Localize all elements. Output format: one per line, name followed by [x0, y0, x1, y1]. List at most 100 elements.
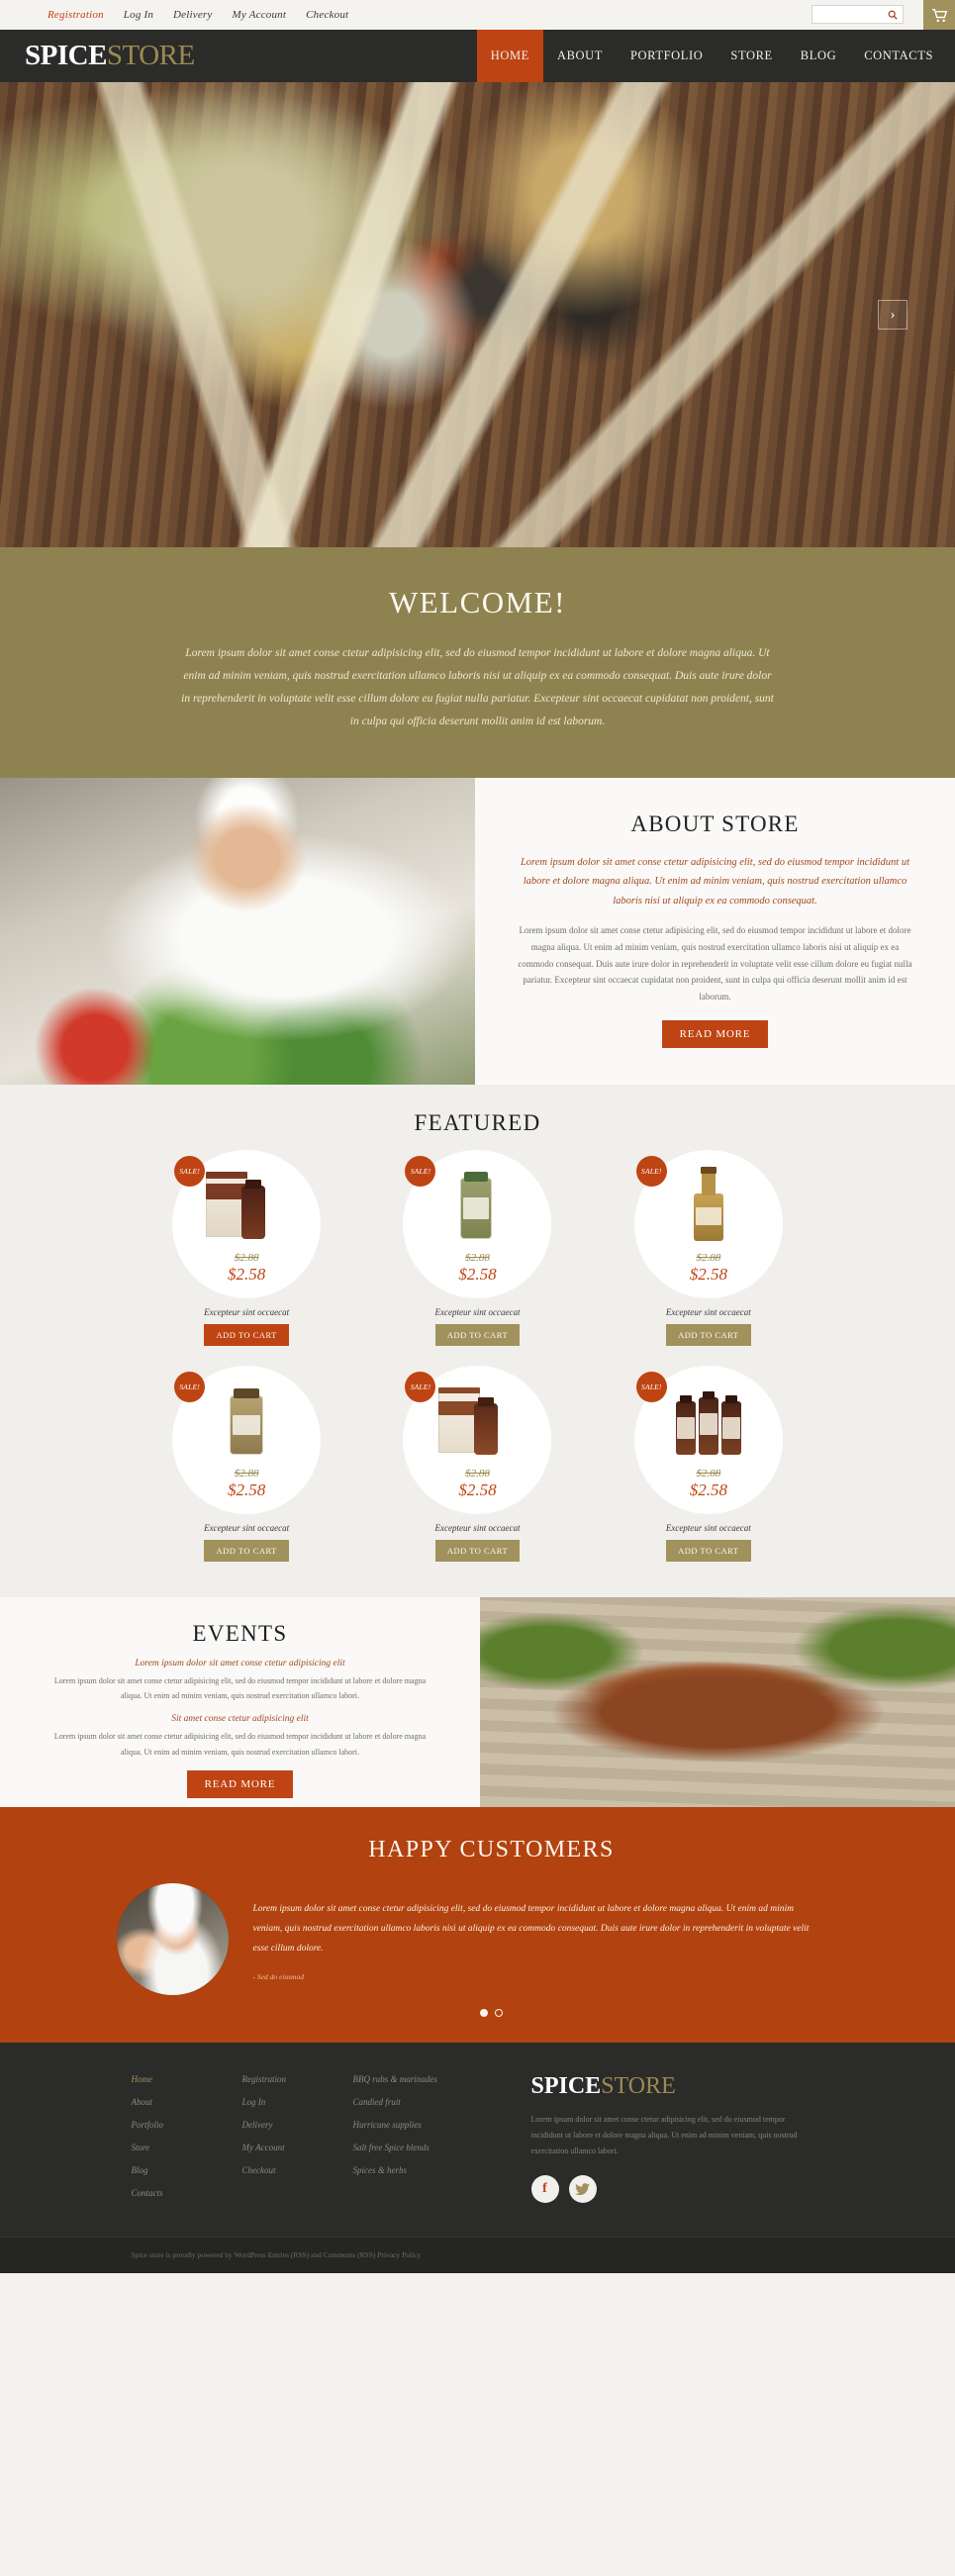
- product-prices: $2.88 $2.58: [403, 1251, 551, 1285]
- footer-link-portfolio[interactable]: Portfolio: [132, 2120, 242, 2130]
- welcome-body: Lorem ipsum dolor sit amet conse ctetur …: [181, 647, 774, 727]
- top-link-my-account[interactable]: My Account: [233, 9, 287, 21]
- hero-slider: ›: [0, 82, 955, 547]
- welcome-section: WELCOME! Lorem ipsum dolor sit amet cons…: [0, 547, 955, 778]
- sale-badge: SALE!: [174, 1372, 206, 1402]
- product-price-new: $2.58: [689, 1264, 727, 1284]
- site-logo[interactable]: SPICESTORE: [25, 42, 195, 70]
- add-to-cart-button[interactable]: ADD TO CART: [434, 1324, 521, 1346]
- pagination-dot-2[interactable]: [495, 2009, 503, 2017]
- top-utility-bar: Registration Log In Delivery My Account Chec…: [0, 0, 955, 30]
- about-section: ABOUT STORE Lorem ipsum dolor sit amet c…: [0, 778, 955, 1085]
- pagination-dot-1[interactable]: [480, 2009, 488, 2017]
- nav-item-portfolio[interactable]: PORTFOLIO: [617, 30, 716, 82]
- product-price-old: $2.88: [696, 1467, 721, 1479]
- footer-link-checkout[interactable]: Checkout: [242, 2165, 353, 2175]
- facebook-icon[interactable]: f: [530, 2175, 559, 2203]
- twitter-icon[interactable]: [568, 2175, 597, 2203]
- product-caption: Excepteur sint occaecat: [665, 1307, 751, 1317]
- footer-link-my-account[interactable]: My Account: [242, 2143, 353, 2152]
- shopping-cart-icon[interactable]: [923, 0, 955, 30]
- footer-link-home[interactable]: Home: [132, 2074, 242, 2084]
- product-image-circle[interactable]: SALE! $2.88 $2.58: [403, 1366, 552, 1514]
- about-read-more-button[interactable]: READ MORE: [661, 1020, 769, 1049]
- steak-photo: [480, 1597, 955, 1807]
- search-box[interactable]: [812, 5, 904, 24]
- add-to-cart-button[interactable]: ADD TO CART: [666, 1324, 751, 1346]
- footer-link-blog[interactable]: Blog: [132, 2165, 242, 2175]
- product-image-circle[interactable]: SALE! $2.88 $2.58: [172, 1150, 322, 1298]
- event-heading: Lorem ipsum dolor sit amet conse ctetur …: [135, 1659, 345, 1669]
- footer-link-hurricane-supplies[interactable]: Hurricane supplies: [353, 2120, 502, 2130]
- product-caption: Excepteur sint occaecat: [204, 1523, 290, 1533]
- product-photo: [662, 1380, 755, 1465]
- search-input[interactable]: [812, 6, 884, 23]
- testimonial-quote: Lorem ipsum dolor sit amet conse ctetur …: [252, 1904, 810, 1954]
- footer-link-delivery[interactable]: Delivery: [242, 2120, 353, 2130]
- events-section: EVENTS Lorem ipsum dolor sit amet conse …: [0, 1597, 955, 1807]
- nav-item-contacts[interactable]: CONTACTS: [850, 30, 955, 82]
- footer-logo[interactable]: SPICESTORE: [531, 2074, 809, 2098]
- about-title: ABOUT STORE: [630, 811, 800, 836]
- product-image-circle[interactable]: SALE! $2.88 $2.58: [633, 1366, 783, 1514]
- footer-link-about[interactable]: About: [132, 2097, 242, 2107]
- top-link-checkout[interactable]: Checkout: [306, 9, 348, 21]
- sale-badge: SALE!: [174, 1156, 206, 1187]
- product-price-new: $2.58: [689, 1479, 727, 1499]
- testimonials-section: HAPPY CUSTOMERS Lorem ipsum dolor sit am…: [0, 1807, 955, 2043]
- nav-item-home[interactable]: HOME: [476, 30, 543, 82]
- hero-image-spoons-overlay: [0, 82, 955, 547]
- product-prices: $2.88 $2.58: [634, 1252, 783, 1285]
- nav-item-about[interactable]: ABOUT: [543, 30, 617, 82]
- footer-link-contacts[interactable]: Contacts: [132, 2188, 242, 2198]
- product-photo: [200, 1380, 293, 1465]
- avatar: [116, 1883, 229, 1995]
- product-image-circle[interactable]: SALE! $2.88 $2.58: [633, 1150, 783, 1298]
- footer-link-registration[interactable]: Registration: [242, 2074, 353, 2084]
- product-image-circle[interactable]: SALE! $2.88 $2.58: [403, 1150, 552, 1298]
- footer-brand: SPICESTORE Lorem ipsum dolor sit amet co…: [530, 2074, 809, 2211]
- product-photo: [430, 1164, 524, 1249]
- event-item: Lorem ipsum dolor sit amet conse ctetur …: [46, 1659, 434, 1703]
- product-prices: $2.88 $2.58: [403, 1467, 551, 1500]
- footer-link-store[interactable]: Store: [132, 2143, 242, 2152]
- search-icon[interactable]: [884, 6, 902, 23]
- add-to-cart-button[interactable]: ADD TO CART: [204, 1540, 289, 1562]
- footer-link-candied-fruit[interactable]: Candied fruit: [353, 2097, 502, 2107]
- nav-item-blog[interactable]: BLOG: [787, 30, 850, 82]
- footer-column-pages: Home About Portfolio Store Blog Contacts: [132, 2074, 242, 2211]
- event-body: Lorem ipsum dolor sit amet conse ctetur …: [53, 1676, 427, 1701]
- top-link-delivery[interactable]: Delivery: [173, 9, 212, 21]
- nav-item-store[interactable]: STORE: [716, 30, 786, 82]
- product-price-old: $2.88: [465, 1251, 490, 1264]
- product-price-new: $2.58: [228, 1264, 266, 1284]
- product-price-old: $2.88: [465, 1467, 490, 1479]
- event-item: Sit amet conse ctetur adipisicing elit Lo…: [46, 1714, 434, 1759]
- site-header: SPICESTORE HOME ABOUT PORTFOLIO STORE BLOG CO…: [0, 30, 955, 82]
- footer-logo-primary: SPICE: [530, 2073, 602, 2099]
- product-price-new: $2.58: [228, 1479, 266, 1499]
- footer-link-log-in[interactable]: Log In: [242, 2097, 353, 2107]
- top-link-registration[interactable]: Registration: [48, 9, 104, 21]
- product-photo: [430, 1380, 524, 1465]
- footer-link-salt-free-spice-blends[interactable]: Salt free Spice blends: [353, 2143, 502, 2152]
- add-to-cart-button[interactable]: ADD TO CART: [204, 1324, 289, 1346]
- testimonial-body: Lorem ipsum dolor sit amet conse ctetur …: [253, 1883, 812, 1981]
- top-link-log-in[interactable]: Log In: [124, 9, 153, 21]
- product-image-circle[interactable]: SALE! $2.88 $2.58: [172, 1366, 322, 1514]
- about-image: [0, 778, 475, 1085]
- product-card: SALE! $2.88 $2.58 Excepteur sint occaecat AD…: [362, 1366, 593, 1562]
- events-read-more-button[interactable]: READ MORE: [186, 1769, 294, 1798]
- footer-link-spices-herbs[interactable]: Spices & herbs: [353, 2165, 502, 2175]
- product-price-old: $2.88: [234, 1467, 259, 1479]
- add-to-cart-button[interactable]: ADD TO CART: [666, 1540, 751, 1562]
- testimonial-pagination: [28, 2009, 955, 2017]
- footer-link-bbq-rubs-marinades[interactable]: BBQ rubs & marinades: [353, 2074, 502, 2084]
- product-price-new: $2.58: [458, 1264, 497, 1284]
- add-to-cart-button[interactable]: ADD TO CART: [434, 1540, 521, 1562]
- about-body-text: Lorem ipsum dolor sit amet conse ctetur …: [518, 925, 912, 1002]
- product-card: SALE! $2.88 $2.58 Excepteur sint occaecat AD…: [593, 1366, 823, 1562]
- product-prices: $2.88 $2.58: [172, 1467, 321, 1500]
- chevron-right-icon[interactable]: ›: [878, 300, 907, 330]
- testimonial-author: - Sed do eiusmod: [252, 1971, 304, 1981]
